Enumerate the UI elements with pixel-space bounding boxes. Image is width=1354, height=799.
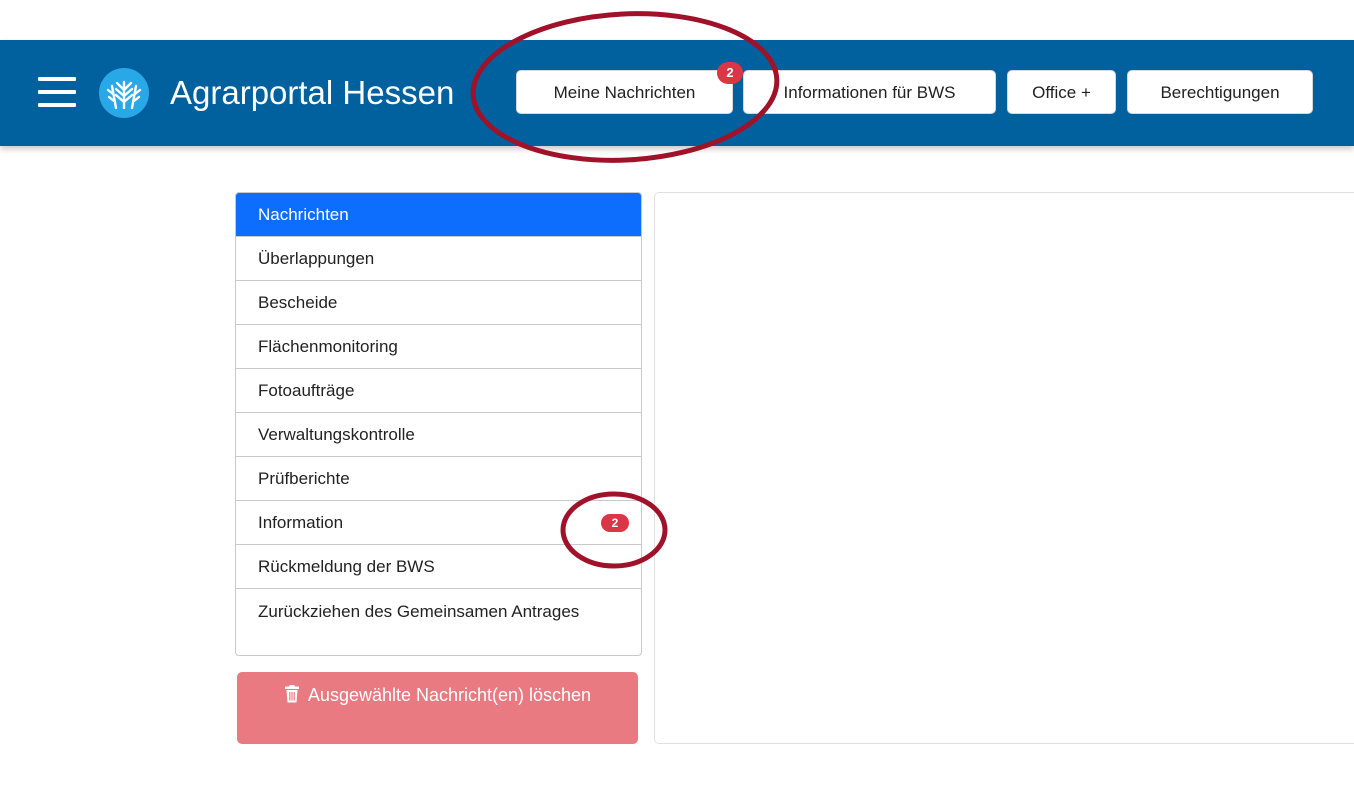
nav-button-berechtigungen[interactable]: Berechtigungen bbox=[1127, 70, 1313, 114]
sidebar-item-bescheide[interactable]: Bescheide bbox=[236, 281, 641, 325]
sidebar-item-label: Rückmeldung der BWS bbox=[258, 557, 435, 576]
brand-title[interactable]: Agrarportal Hessen bbox=[170, 73, 454, 113]
sidebar-item-label: Nachrichten bbox=[258, 205, 349, 224]
sidebar-item-label: Bescheide bbox=[258, 293, 338, 312]
message-content-panel bbox=[654, 192, 1354, 744]
sidebar-item-label: Zurückziehen des Gemeinsamen Antrages bbox=[258, 602, 580, 621]
nav-button-meine-nachrichten[interactable]: Meine Nachrichten bbox=[516, 70, 733, 114]
sidebar-item-label: Fotoaufträge bbox=[258, 381, 355, 400]
hamburger-menu-icon[interactable] bbox=[38, 77, 76, 107]
sidebar-item-verwaltungskontrolle[interactable]: Verwaltungskontrolle bbox=[236, 413, 641, 457]
sidebar-item-label: Flächenmonitoring bbox=[258, 337, 398, 356]
sidebar-item-label: Überlappungen bbox=[258, 249, 375, 268]
delete-selected-messages-button[interactable]: Ausgewählte Nachricht(en) löschen bbox=[237, 672, 638, 744]
sidebar-item-zurueckziehen-des-gemeinsamen-antrages[interactable]: Zurückziehen des Gemeinsamen Antrages bbox=[236, 589, 641, 655]
sidebar-item-ueberlappungen[interactable]: Überlappungen bbox=[236, 237, 641, 281]
top-navigation-bar: Agrarportal Hessen Meine Nachrichten 2 I… bbox=[0, 40, 1354, 146]
information-count-badge: 2 bbox=[601, 514, 629, 532]
sidebar-item-nachrichten[interactable]: Nachrichten bbox=[236, 193, 641, 237]
sidebar-item-information[interactable]: Information 2 bbox=[236, 501, 641, 545]
message-category-list: Nachrichten Überlappungen Bescheide Fläc… bbox=[235, 192, 642, 656]
nav-button-office-plus[interactable]: Office + bbox=[1007, 70, 1116, 114]
app-page: Agrarportal Hessen Meine Nachrichten 2 I… bbox=[0, 0, 1354, 799]
trash-icon bbox=[284, 684, 300, 710]
wheat-logo-icon bbox=[99, 68, 149, 118]
sidebar-item-label: Verwaltungskontrolle bbox=[258, 425, 415, 444]
sidebar-item-flaechenmonitoring[interactable]: Flächenmonitoring bbox=[236, 325, 641, 369]
sidebar-item-fotoauftraege[interactable]: Fotoaufträge bbox=[236, 369, 641, 413]
delete-button-label: Ausgewählte Nachricht(en) löschen bbox=[307, 685, 592, 705]
sidebar-item-label: Prüfberichte bbox=[258, 469, 350, 488]
nav-button-informationen-fuer-bws[interactable]: Informationen für BWS bbox=[743, 70, 996, 114]
sidebar-item-label: Information bbox=[258, 513, 344, 532]
sidebar-item-rueckmeldung-der-bws[interactable]: Rückmeldung der BWS bbox=[236, 545, 641, 589]
messages-count-badge: 2 bbox=[717, 62, 743, 84]
sidebar-item-pruefberichte[interactable]: Prüfberichte bbox=[236, 457, 641, 501]
